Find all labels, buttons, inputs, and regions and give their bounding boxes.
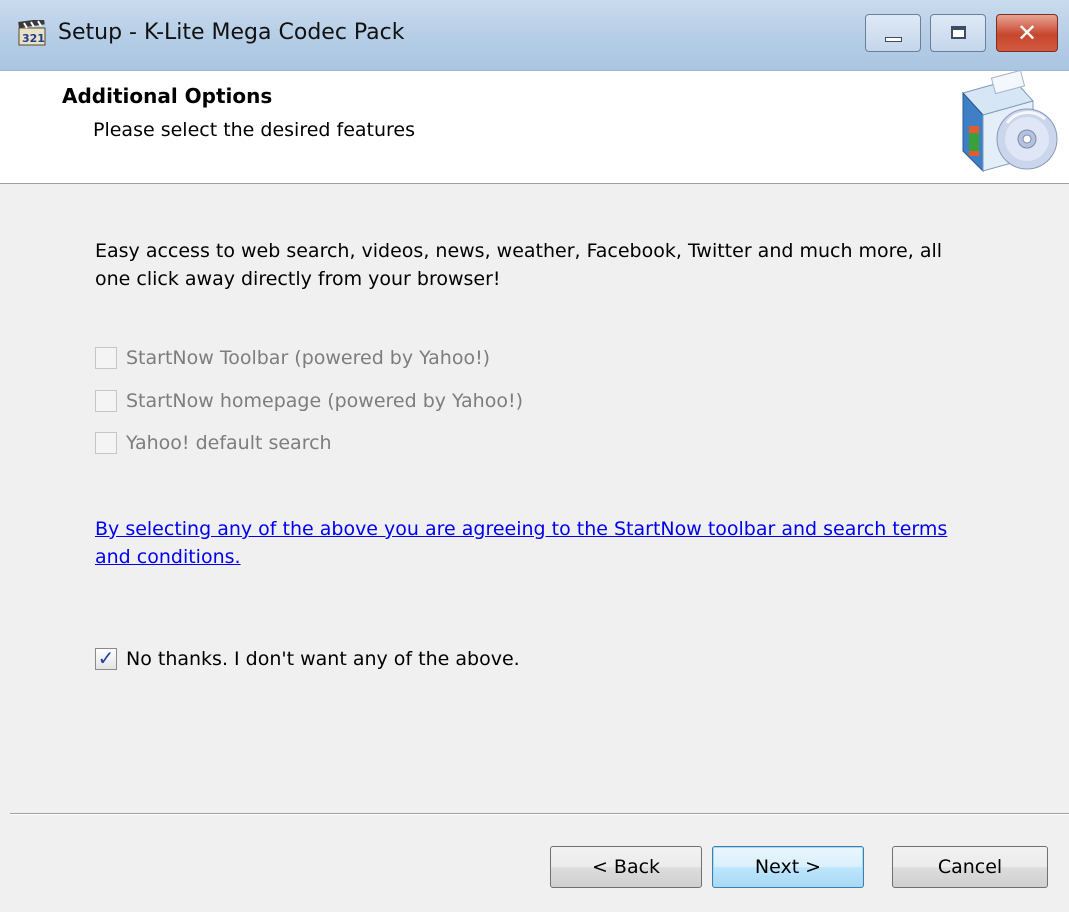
page-title: Additional Options xyxy=(62,84,273,108)
maximize-icon xyxy=(951,26,966,39)
minimize-icon xyxy=(885,37,902,42)
next-button[interactable]: Next > xyxy=(712,846,864,888)
startnow-homepage-checkbox xyxy=(95,390,117,412)
software-box-cd-icon xyxy=(962,71,1058,173)
terms-link[interactable]: By selecting any of the above you are ag… xyxy=(95,515,975,571)
bottom-divider xyxy=(10,813,1069,815)
title-bar[interactable]: 321 Setup - K-Lite Mega Codec Pack ✕ xyxy=(0,0,1069,71)
option-label: StartNow homepage (powered by Yahoo!) xyxy=(126,390,523,412)
option-yahoo-default-search: Yahoo! default search xyxy=(95,429,332,457)
back-button[interactable]: < Back xyxy=(550,846,702,888)
no-thanks-label[interactable]: No thanks. I don't want any of the above… xyxy=(126,648,520,670)
setup-window: 321 Setup - K-Lite Mega Codec Pack ✕ Add… xyxy=(0,0,1069,912)
yahoo-default-search-checkbox xyxy=(95,432,117,454)
window-title: Setup - K-Lite Mega Codec Pack xyxy=(58,20,405,45)
close-icon: ✕ xyxy=(1016,19,1038,47)
maximize-button[interactable] xyxy=(930,14,986,52)
svg-text:321: 321 xyxy=(22,32,45,45)
option-label: StartNow Toolbar (powered by Yahoo!) xyxy=(126,347,491,369)
close-button[interactable]: ✕ xyxy=(996,14,1058,52)
cancel-button[interactable]: Cancel xyxy=(892,846,1048,888)
page-subtitle: Please select the desired features xyxy=(93,119,416,141)
feature-description: Easy access to web search, videos, news,… xyxy=(95,240,943,290)
option-startnow-toolbar: StartNow Toolbar (powered by Yahoo!) xyxy=(95,344,490,372)
video-clapper-icon: 321 xyxy=(18,20,46,46)
minimize-button[interactable] xyxy=(865,14,921,52)
no-thanks-checkbox[interactable]: ✓ xyxy=(95,646,117,670)
option-label: Yahoo! default search xyxy=(126,432,332,454)
option-no-thanks[interactable]: ✓ No thanks. I don't want any of the abo… xyxy=(95,645,520,673)
checkmark-icon: ✓ xyxy=(97,646,115,670)
wizard-header: Additional Options Please select the des… xyxy=(0,71,1069,184)
startnow-toolbar-checkbox xyxy=(95,347,117,369)
option-startnow-homepage: StartNow homepage (powered by Yahoo!) xyxy=(95,387,523,415)
